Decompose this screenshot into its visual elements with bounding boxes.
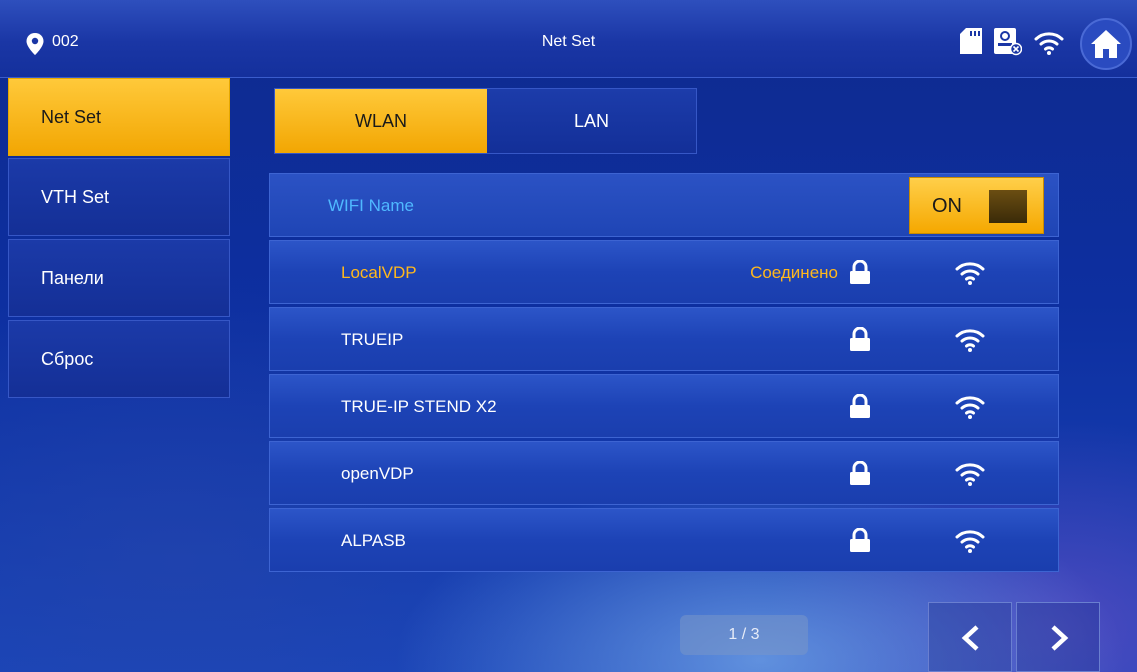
sidebar-item-panels[interactable]: Панели	[8, 239, 230, 317]
sd-card-icon	[960, 28, 982, 54]
next-page-button[interactable]	[1016, 602, 1100, 672]
network-name: ALPASB	[341, 531, 406, 550]
wifi-toggle[interactable]: ON	[909, 177, 1044, 234]
wifi-signal-icon	[955, 463, 985, 486]
wifi-toggle-label: ON	[932, 195, 962, 217]
camera-icon	[994, 28, 1022, 56]
tab-wlan[interactable]: WLAN	[275, 89, 487, 153]
connection-tabs: WLAN LAN	[274, 88, 697, 154]
wifi-signal-icon	[955, 329, 985, 352]
wifi-status-icon	[1034, 32, 1064, 55]
sidebar-item-reset[interactable]: Сброс	[8, 320, 230, 398]
network-name: openVDP	[341, 464, 414, 483]
prev-page-button[interactable]	[928, 602, 1012, 672]
chevron-right-icon	[1051, 625, 1069, 651]
wifi-network-row[interactable]: openVDP	[269, 441, 1059, 505]
network-name: TRUEIP	[341, 330, 404, 349]
page-indicator: 1 / 3	[680, 615, 808, 655]
lock-icon	[850, 461, 870, 485]
lock-icon	[850, 327, 870, 351]
lock-icon	[850, 394, 870, 418]
home-icon	[1091, 30, 1121, 58]
network-name: LocalVDP	[341, 263, 417, 282]
wifi-network-row[interactable]: ALPASB	[269, 508, 1059, 572]
wifi-network-row[interactable]: TRUEIP	[269, 307, 1059, 371]
lock-icon	[850, 528, 870, 552]
lock-icon	[850, 260, 870, 284]
wifi-network-row[interactable]: LocalVDP Соединено	[269, 240, 1059, 304]
home-button[interactable]	[1080, 18, 1132, 70]
network-name: TRUE-IP STEND X2	[341, 397, 497, 416]
wifi-signal-icon	[955, 262, 985, 285]
wifi-header-row: WIFI Name ON	[269, 173, 1059, 237]
connection-status: Соединено	[750, 263, 838, 282]
tab-lan[interactable]: LAN	[487, 89, 696, 153]
wifi-signal-icon	[955, 396, 985, 419]
wifi-signal-icon	[955, 530, 985, 553]
chevron-left-icon	[961, 625, 979, 651]
toggle-knob	[989, 190, 1027, 223]
wifi-network-row[interactable]: TRUE-IP STEND X2	[269, 374, 1059, 438]
sidebar-item-vth-set[interactable]: VTH Set	[8, 158, 230, 236]
wifi-name-label: WIFI Name	[328, 196, 414, 215]
sidebar-item-net-set[interactable]: Net Set	[8, 78, 230, 156]
top-bar: 002 Net Set	[0, 0, 1137, 78]
